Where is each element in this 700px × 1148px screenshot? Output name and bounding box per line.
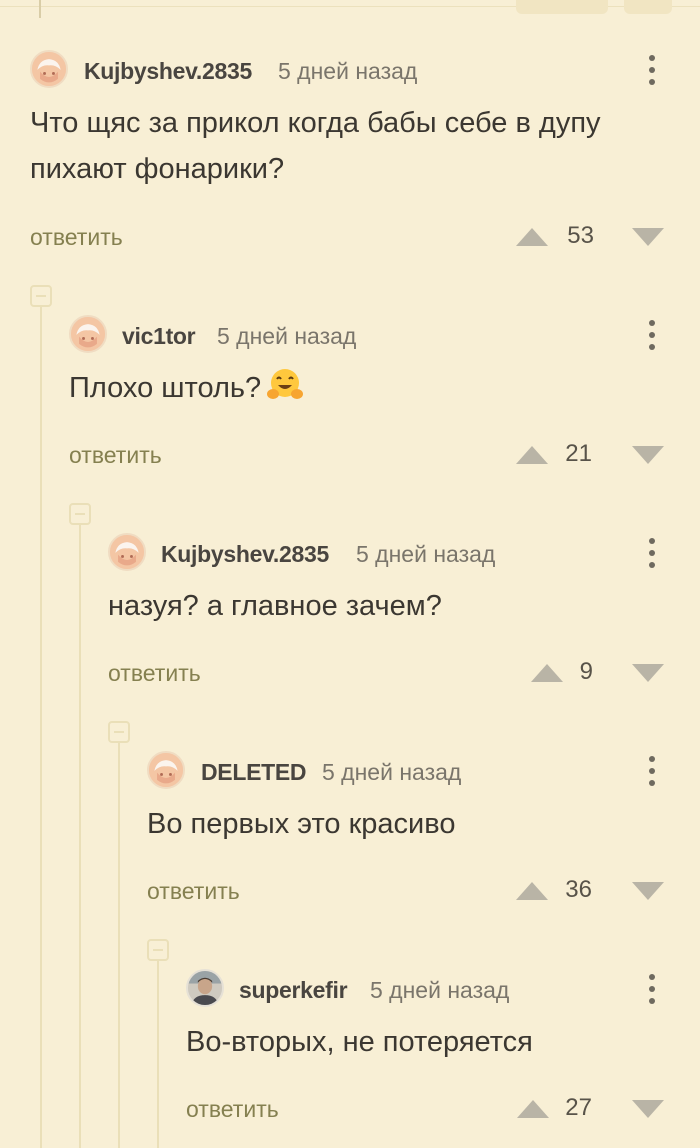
downvote-arrow-icon[interactable]	[632, 228, 664, 246]
collapse-thread-button[interactable]	[30, 285, 52, 307]
downvote-arrow-icon[interactable]	[632, 446, 664, 464]
avatar[interactable]	[69, 315, 107, 353]
username[interactable]: vic1tor	[122, 323, 196, 350]
default-avatar-icon	[149, 753, 183, 787]
comment-text-line: пихают фонарики?	[30, 153, 285, 185]
reply-button[interactable]: ответить	[69, 442, 162, 469]
username[interactable]: Kujbyshev.2835	[161, 541, 329, 568]
comment-text: Во первых это красиво	[147, 801, 455, 847]
comment: Kujbyshev.2835 5 дней назад назуя? а гла…	[108, 533, 700, 703]
more-options-icon[interactable]	[645, 754, 659, 788]
user-photo-avatar	[188, 971, 222, 1005]
comment-header: Kujbyshev.2835 5 дней назад	[108, 533, 700, 571]
comment-time[interactable]: 5 дней назад	[217, 323, 356, 350]
reply-button[interactable]: ответить	[108, 660, 201, 687]
comment-text-line: Во-вторых, не потеряется	[186, 1026, 533, 1058]
comments-page: Kujbyshev.2835 5 дней назад Что щяс за п…	[0, 0, 700, 1148]
comment-text-line: назуя? а главное зачем?	[108, 590, 442, 622]
downvote-arrow-icon[interactable]	[632, 664, 664, 682]
thread-line	[79, 524, 81, 1148]
avatar[interactable]	[147, 751, 185, 789]
upvote-arrow-icon[interactable]	[516, 446, 548, 464]
more-options-icon[interactable]	[645, 53, 659, 87]
upvote-arrow-icon[interactable]	[516, 228, 548, 246]
reply-button[interactable]: ответить	[30, 224, 123, 251]
default-avatar-icon	[32, 52, 66, 86]
upvote-arrow-icon[interactable]	[516, 882, 548, 900]
default-avatar-icon	[71, 317, 105, 351]
comment-time[interactable]: 5 дней назад	[356, 541, 495, 568]
comment-time[interactable]: 5 дней назад	[370, 977, 509, 1004]
more-options-icon[interactable]	[645, 318, 659, 352]
thread-line	[157, 960, 159, 1148]
reply-button[interactable]: ответить	[186, 1096, 279, 1123]
comment: Kujbyshev.2835 5 дней назад Что щяс за п…	[30, 50, 700, 260]
username[interactable]: DELETED	[201, 759, 307, 786]
thread-line	[118, 742, 120, 1148]
comment-text: Плохо штоль?	[69, 365, 304, 411]
avatar[interactable]	[108, 533, 146, 571]
comment-text: назуя? а главное зачем?	[108, 583, 442, 629]
collapse-thread-button[interactable]	[108, 721, 130, 743]
vote-score: 53	[567, 222, 594, 249]
comment-header: Kujbyshev.2835 5 дней назад	[30, 50, 700, 88]
vote-score: 21	[565, 440, 592, 467]
vote-score: 9	[579, 658, 593, 685]
comment-header: superkefir 5 дней назад	[186, 969, 700, 1007]
downvote-arrow-icon[interactable]	[632, 1100, 664, 1118]
collapse-thread-button[interactable]	[69, 503, 91, 525]
comment: vic1tor 5 дней назад Плохо штоль? ответи…	[69, 315, 700, 485]
thread-line	[39, 0, 41, 18]
downvote-arrow-icon[interactable]	[632, 882, 664, 900]
avatar[interactable]	[186, 969, 224, 1007]
upvote-arrow-icon[interactable]	[517, 1100, 549, 1118]
comment: superkefir 5 дней назад Во-вторых, не по…	[186, 969, 700, 1139]
thread-line	[40, 306, 42, 1148]
comment-text-line: Плохо штоль?	[69, 372, 262, 404]
default-avatar-icon	[110, 535, 144, 569]
username[interactable]: superkefir	[239, 977, 348, 1004]
comment-header: DELETED 5 дней назад	[147, 751, 700, 789]
comment-text: Что щяс за прикол когда бабы себе в дупу…	[30, 100, 601, 192]
more-options-icon[interactable]	[645, 536, 659, 570]
collapse-thread-button[interactable]	[147, 939, 169, 961]
hugging-face-emoji	[267, 369, 304, 399]
comment-text-line: Что щяс за прикол когда бабы себе в дупу	[30, 107, 601, 139]
comment-time[interactable]: 5 дней назад	[278, 58, 417, 85]
comment-text-line: Во первых это красиво	[147, 808, 456, 840]
vote-chip	[516, 0, 608, 14]
vote-chip	[624, 0, 672, 14]
more-options-icon[interactable]	[645, 972, 659, 1006]
comment-text: Во-вторых, не потеряется	[186, 1019, 533, 1065]
vote-score: 27	[565, 1094, 592, 1121]
vote-score: 36	[565, 876, 592, 903]
username[interactable]: Kujbyshev.2835	[84, 58, 252, 85]
comment: DELETED 5 дней назад Во первых это краси…	[147, 751, 700, 921]
comment-header: vic1tor 5 дней назад	[69, 315, 700, 353]
comment-time[interactable]: 5 дней назад	[322, 759, 461, 786]
avatar[interactable]	[30, 50, 68, 88]
reply-button[interactable]: ответить	[147, 878, 240, 905]
